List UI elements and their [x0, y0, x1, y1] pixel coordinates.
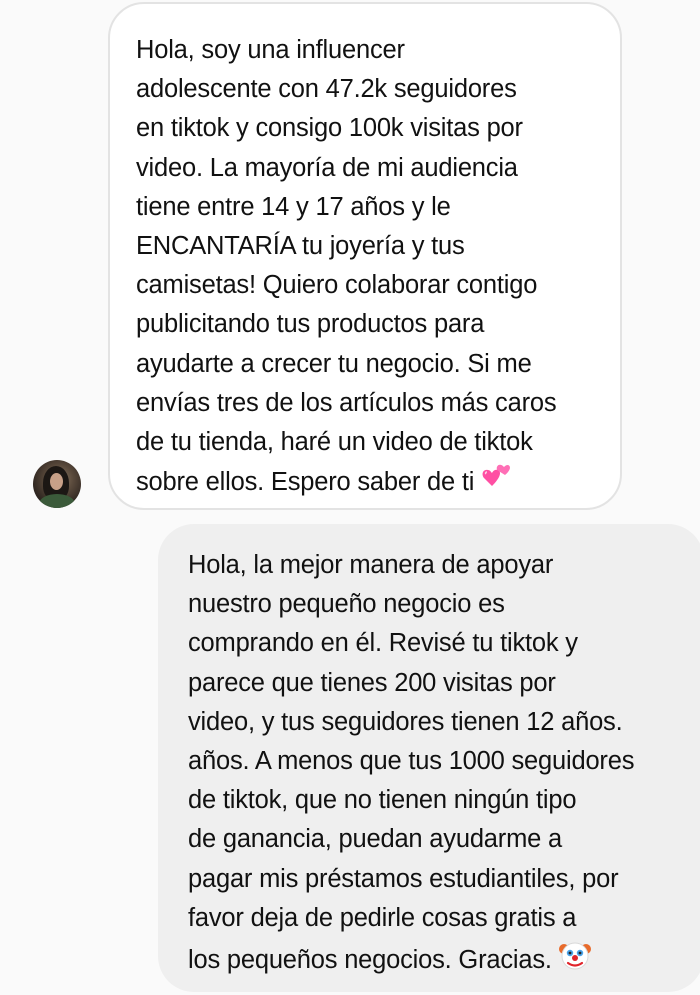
message-line: de tiktok, que no tienen ningún tipo: [188, 786, 577, 815]
message-last-line: sobre ellos. Espero saber de ti: [136, 462, 600, 504]
clown-face-icon: [558, 938, 592, 984]
message-line-text: los pequeños negocios. Gracias.: [188, 945, 552, 974]
message-last-line: los pequeños negocios. Gracias.: [188, 938, 700, 984]
message-line: publicitando tus productos para: [136, 310, 485, 339]
avatar-face: [50, 473, 63, 490]
sender-avatar[interactable]: [33, 460, 81, 508]
message-line: en tiktok y consigo 100k visitas por: [136, 114, 523, 143]
message-line: video. La mayoría de mi audiencia: [136, 153, 518, 182]
message-line: de tu tienda, haré un video de tiktok: [136, 428, 533, 457]
message-line: Hola, la mejor manera de apoyar: [188, 551, 554, 579]
message-line-text: sobre ellos. Espero saber de ti: [136, 468, 475, 497]
message-line: ayudarte a crecer tu negocio. Si me: [136, 349, 532, 378]
message-line: camisetas! Quiero colaborar contigo: [136, 271, 538, 300]
message-line: envías tres de los artículos más caros: [136, 388, 557, 417]
message-line: comprando en él. Revisé tu tiktok y: [188, 629, 578, 658]
message-line: tiene entre 14 y 17 años y le: [136, 192, 451, 221]
message-line: ENCANTARÍA tu joyería y tus: [136, 232, 465, 261]
message-line: parece que tienes 200 visitas por: [188, 668, 556, 697]
avatar-shirt: [39, 494, 75, 508]
outgoing-message-bubble[interactable]: Hola, la mejor manera de apoyar nuestro …: [158, 524, 700, 992]
message-line: de ganancia, puedan ayudarme a: [188, 825, 562, 854]
message-line: favor deja de pedirle cosas gratis a: [188, 903, 577, 932]
message-line: adolescente con 47.2k seguidores: [136, 75, 517, 104]
incoming-message-bubble[interactable]: Hola, soy una influencer adolescente con…: [108, 2, 622, 510]
message-line: años. A menos que tus 1000 seguidores: [188, 747, 635, 776]
two-hearts-icon: [480, 462, 512, 504]
message-line: pagar mis préstamos estudiantiles, por: [188, 864, 619, 893]
message-line: video, y tus seguidores tienen 12 años.: [188, 707, 623, 736]
message-line: nuestro pequeño negocio es: [188, 590, 505, 619]
message-line: Hola, soy una influencer: [136, 36, 405, 64]
